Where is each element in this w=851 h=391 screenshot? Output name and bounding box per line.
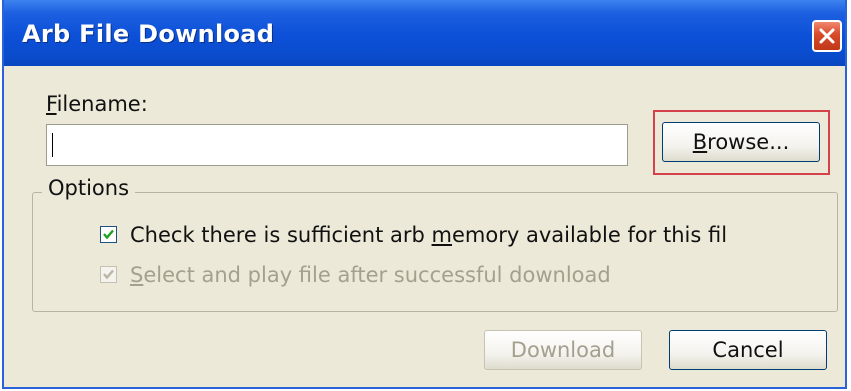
select-and-play-checkbox[interactable] — [100, 266, 117, 283]
close-icon — [819, 28, 835, 44]
checkmark-icon — [103, 269, 114, 280]
arb-file-download-dialog: Arb File Download Filename: Browse... Op… — [2, 0, 847, 389]
browse-button[interactable]: Browse... — [662, 122, 820, 162]
download-button[interactable]: Download — [484, 330, 642, 370]
select-and-play-label[interactable]: Select and play file after successful do… — [130, 263, 611, 287]
title-bar[interactable]: Arb File Download — [4, 0, 845, 66]
options-group — [32, 192, 838, 312]
filename-label: Filename: — [46, 92, 148, 116]
window-title: Arb File Download — [22, 20, 275, 48]
checkmark-icon — [103, 229, 114, 240]
options-group-label: Options — [42, 176, 136, 200]
close-button[interactable] — [812, 20, 842, 52]
check-memory-checkbox[interactable] — [100, 226, 117, 243]
text-caret — [52, 133, 53, 157]
filename-input[interactable] — [46, 124, 628, 166]
cancel-button[interactable]: Cancel — [669, 330, 827, 370]
check-memory-label[interactable]: Check there is sufficient arb memory ava… — [130, 223, 726, 247]
